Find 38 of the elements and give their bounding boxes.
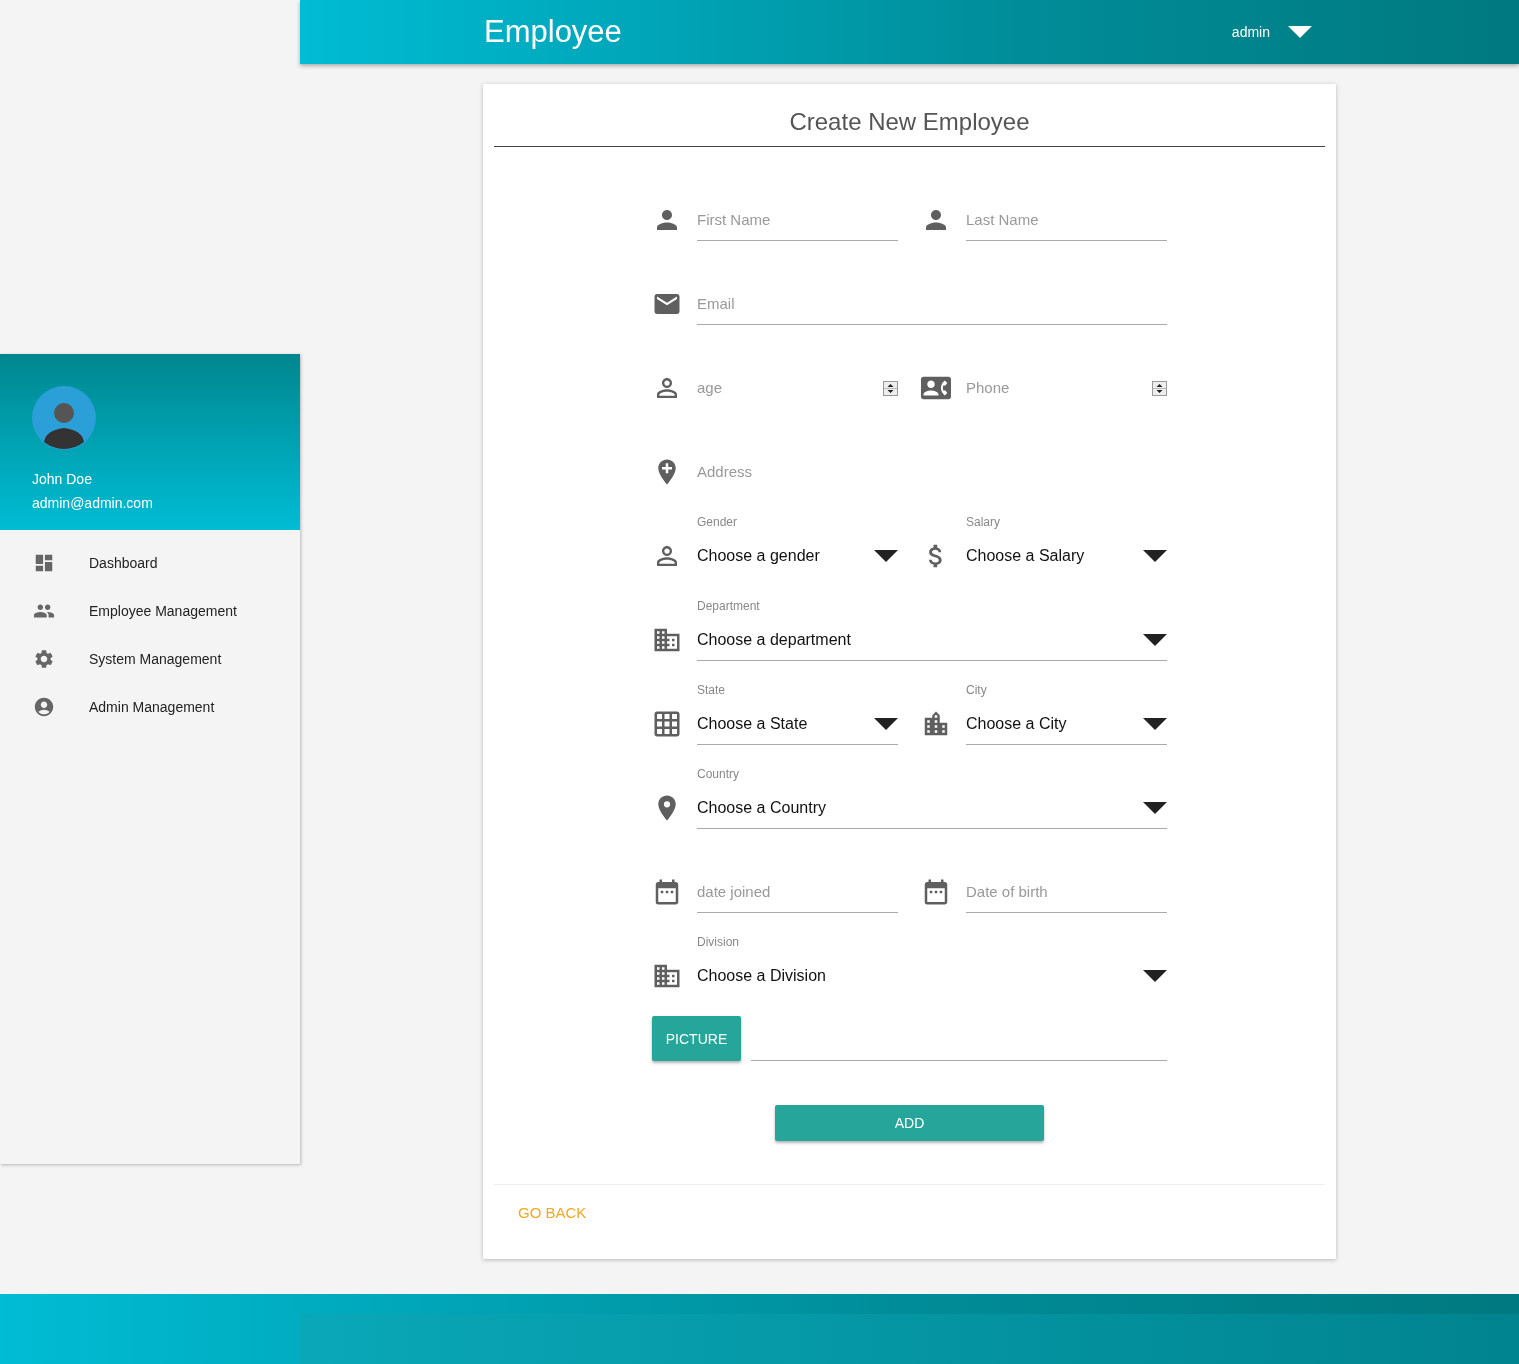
field-label: Gender [697,514,738,531]
text-field[interactable]: First Name [697,199,898,241]
nav-item[interactable]: System Management [0,635,300,683]
field-label: Country [697,766,740,783]
nav-item[interactable]: Dashboard [0,539,300,587]
user-menu[interactable]: admin [1231,20,1319,44]
select-field[interactable]: Choose a department [697,619,1167,661]
text-field[interactable]: Email [697,283,1167,325]
field-label: Department [697,598,760,615]
nav-item[interactable]: Employee Management [0,587,300,635]
select-field[interactable]: Choose a Division [697,955,1167,997]
select-field[interactable]: Choose a State [697,703,898,745]
spinner-icon[interactable] [1152,380,1167,396]
account-icon [33,696,55,718]
nav-item[interactable]: Admin Management [0,683,300,731]
text-field[interactable]: Last Name [966,199,1167,241]
select-field[interactable]: Choose a Salary [966,535,1167,577]
number-field[interactable]: age [697,367,883,409]
avatar-icon [32,386,96,450]
number-field[interactable]: Phone [966,367,1152,409]
spinner-icon[interactable] [883,380,898,396]
text-field[interactable]: Address [697,451,1167,493]
profile-email: admin@admin.com [32,494,154,512]
field-label: City [966,682,987,699]
dashboard-icon [33,552,55,574]
profile-name: John Doe [32,470,93,488]
select-field[interactable]: Choose a gender [697,535,898,577]
field-label: Salary [966,514,1000,531]
field-label: State [697,682,726,699]
page-title: Employee [484,14,623,50]
text-field[interactable]: date joined [697,871,898,913]
grid-icon [652,709,682,739]
select-field[interactable]: Choose a City [966,703,1167,745]
text-field[interactable]: Date of birth [966,871,1167,913]
card-title: Create New Employee [494,84,1325,147]
settings-icon [33,648,55,670]
select-field[interactable]: Choose a Country [697,787,1167,829]
field-label: Division [697,934,739,951]
